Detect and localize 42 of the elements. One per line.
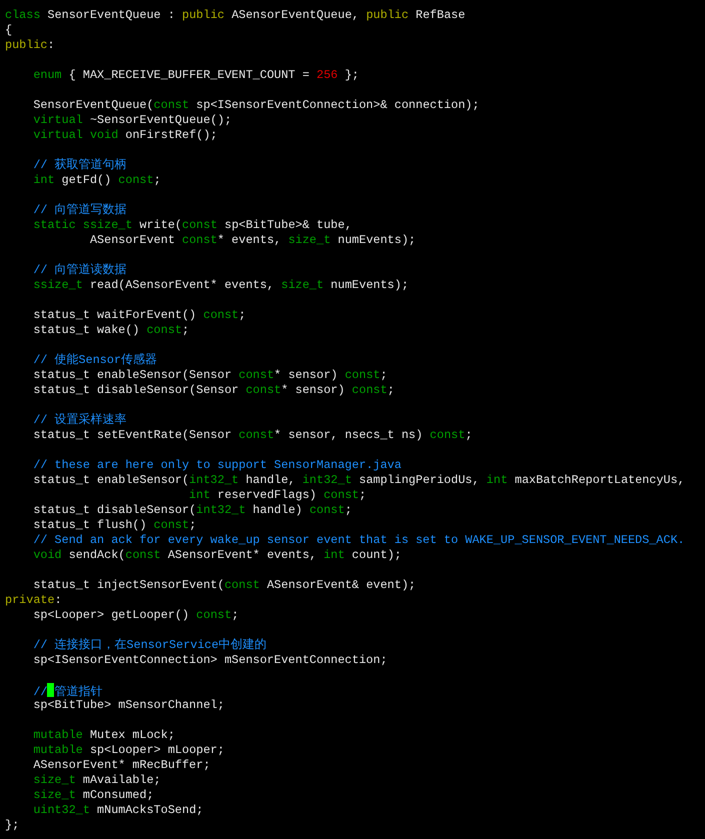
code-line: }; xyxy=(5,818,20,832)
code-line: void sendAck(const ASensorEvent* events, int count); xyxy=(32,548,402,562)
code-line: int getFd() const; xyxy=(32,173,161,187)
code-line: { xyxy=(5,23,12,37)
code-line: // these are here only to support SensorManager.java xyxy=(32,458,402,472)
code-line: // 连接接口，在SensorService中创建的 xyxy=(32,638,267,652)
code-line: // 向管道写数据 xyxy=(32,203,127,217)
code-line: private: xyxy=(5,593,62,607)
code-line: // 获取管道句柄 xyxy=(32,158,127,172)
code-line: // 管道指针 xyxy=(32,685,102,699)
code-line: status_t enableSensor(int32_t handle, int32_t samplingPeriodUs, int maxBatchReportLatencyUs, xyxy=(32,473,685,487)
code-line: status_t enableSensor(Sensor const* sensor) const; xyxy=(32,368,388,382)
code-line: size_t mConsumed; xyxy=(32,788,154,802)
code-line: status_t setEventRate(Sensor const* sensor, nsecs_t ns) const; xyxy=(32,428,472,442)
code-line: sp<BitTube> mSensorChannel; xyxy=(32,698,224,712)
code-line: status_t disableSensor(Sensor const* sensor) const; xyxy=(32,383,394,397)
code-line: status_t injectSensorEvent(const ASensorEvent& event); xyxy=(32,578,416,592)
code-line: ASensorEvent* mRecBuffer; xyxy=(32,758,210,772)
code-line: sp<ISensorEventConnection> mSensorEventConnection; xyxy=(32,653,388,667)
code-line: enum { MAX_RECEIVE_BUFFER_EVENT_COUNT = 256 }; xyxy=(32,68,359,82)
code-line: int reservedFlags) const; xyxy=(188,488,366,502)
code-line: // 使能Sensor传感器 xyxy=(32,353,158,367)
code-line: size_t mAvailable; xyxy=(32,773,161,787)
code-line: ASensorEvent const* events, size_t numEvents); xyxy=(88,233,416,247)
code-line: status_t disableSensor(int32_t handle) const; xyxy=(32,503,352,517)
code-line: mutable Mutex mLock; xyxy=(32,728,175,742)
code-line: // 设置采样速率 xyxy=(32,413,127,427)
code-line: ssize_t read(ASensorEvent* events, size_t numEvents); xyxy=(32,278,409,292)
code-line: // Send an ack for every wake_up sensor event that is set to WAKE_UP_SENSOR_EVENT_NEEDS_ACK. xyxy=(32,533,685,547)
code-line: public: xyxy=(5,38,55,52)
code-line: status_t waitForEvent() const; xyxy=(32,308,246,322)
code-line: sp<Looper> getLooper() const; xyxy=(32,608,239,622)
code-line: uint32_t mNumAcksToSend; xyxy=(32,803,204,817)
code-line: virtual ~SensorEventQueue(); xyxy=(32,113,232,127)
code-line: virtual void onFirstRef(); xyxy=(32,128,218,142)
code-line: // 向管道读数据 xyxy=(32,263,127,277)
code-line: mutable sp<Looper> mLooper; xyxy=(32,743,224,757)
code-line: static ssize_t write(const sp<BitTube>& tube, xyxy=(32,218,352,232)
code-line: status_t wake() const; xyxy=(32,323,190,337)
code-line: SensorEventQueue(const sp<ISensorEventConnection>& connection); xyxy=(32,98,480,112)
code-line: status_t flush() const; xyxy=(32,518,196,532)
code-line: class SensorEventQueue : public ASensorEventQueue, public RefBase xyxy=(5,8,466,22)
